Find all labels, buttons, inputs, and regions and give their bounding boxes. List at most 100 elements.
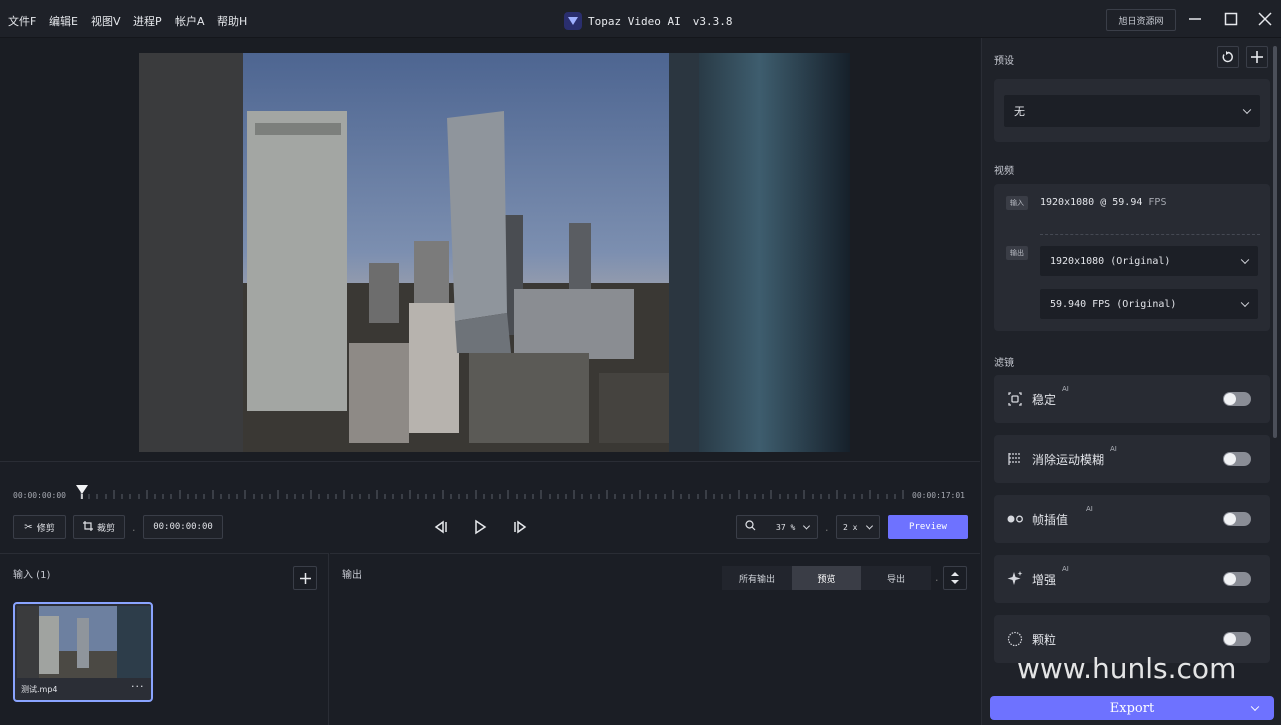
trim-button[interactable]: ✂ 修剪 (13, 515, 66, 539)
video-card: 输入 1920x1080 @ 59.94 FPS 输出 1920x1080 (O… (994, 184, 1270, 331)
separator-dot: · (935, 574, 939, 587)
output-resolution-select[interactable]: 1920x1080 (Original) (1040, 246, 1258, 276)
input-title: 输入 (1) (13, 570, 51, 581)
maximize-icon[interactable] (1222, 10, 1240, 28)
title-bar: 文件F 编辑E 视图V 进程P 帐户A 帮助H Topaz Video AI v… (0, 0, 1281, 38)
ai-badge: AI (1086, 505, 1093, 513)
export-button[interactable]: Export (990, 696, 1274, 720)
stabilize-toggle[interactable] (1223, 392, 1251, 406)
preview-area (0, 38, 980, 461)
frame-interpolation-icon (1006, 510, 1024, 528)
speed-select[interactable]: 2 x (836, 515, 880, 539)
input-file-card[interactable]: 测试.mp4 ··· (13, 602, 153, 702)
filter-label: 增强 (1032, 573, 1057, 587)
minimize-icon[interactable] (1186, 10, 1204, 28)
app-version: v3.3.8 (692, 14, 733, 28)
preset-title: 预设 (994, 56, 1014, 67)
motion-deblur-toggle[interactable] (1223, 452, 1251, 466)
separator-dot: · (132, 524, 136, 537)
sort-button[interactable] (943, 566, 967, 590)
video-divider (1040, 234, 1260, 235)
speed-value: 2 x (843, 522, 858, 532)
separator-dot: · (825, 524, 829, 537)
more-options-icon[interactable]: ··· (131, 680, 145, 693)
export-label: Export (1109, 700, 1155, 716)
video-preview[interactable] (139, 53, 850, 452)
resource-site-button[interactable]: 旭日资源网 (1106, 9, 1176, 31)
zoom-select[interactable]: 37 % (736, 515, 818, 539)
reset-preset-button[interactable] (1217, 46, 1239, 68)
ai-badge: AI (1110, 445, 1117, 453)
preset-value: 无 (1014, 105, 1025, 118)
input-panel: 输入 (1) 测试.mp4 ··· (0, 553, 329, 725)
frame-interpolation-toggle[interactable] (1223, 512, 1251, 526)
zoom-icon (745, 520, 756, 534)
enhance-icon (1006, 570, 1024, 588)
menu-view[interactable]: 视图V (91, 13, 121, 29)
filter-label: 消除运动模糊 (1032, 453, 1105, 467)
menu-file[interactable]: 文件F (8, 13, 36, 29)
tab-export[interactable]: 导出 (861, 566, 931, 590)
app-name: Topaz Video AI (588, 14, 681, 28)
fps-chevron-down-icon (1240, 298, 1250, 308)
ai-badge: AI (1062, 385, 1069, 393)
preset-chevron-down-icon (1242, 105, 1252, 115)
menu-help[interactable]: 帮助H (217, 13, 247, 29)
plus-icon (299, 572, 311, 584)
crop-button[interactable]: 裁剪 (73, 515, 125, 539)
video-title: 视频 (994, 166, 1014, 177)
play-icon[interactable] (472, 519, 488, 538)
enhance-toggle[interactable] (1223, 572, 1251, 586)
timeline-end-time: 00:00:17:01 (912, 491, 965, 500)
timeline-ruler[interactable] (80, 488, 904, 500)
output-panel: 输出 所有输出 预览 导出 · (330, 553, 980, 725)
tab-preview[interactable]: 预览 (792, 566, 861, 590)
settings-sidebar: 预设 无 视频 输入 1920x1080 @ 59.94 FPS 输出 1920… (981, 38, 1281, 725)
current-time-field[interactable]: 00:00:00:00 (143, 515, 223, 539)
filter-stabilize: 稳定 AI (994, 375, 1270, 423)
menu-process[interactable]: 进程P (133, 13, 162, 29)
speed-chevron-down-icon (865, 522, 874, 530)
filter-label: 颗粒 (1032, 633, 1057, 647)
add-input-button[interactable] (293, 566, 317, 590)
output-title: 输出 (342, 570, 362, 581)
preset-select[interactable]: 无 (1004, 95, 1260, 127)
stabilize-icon (1006, 390, 1024, 408)
input-video-info: 1920x1080 @ 59.94 FPS (1040, 197, 1167, 208)
resolution-chevron-down-icon (1240, 255, 1250, 265)
trim-label: 修剪 (36, 523, 55, 534)
menu-edit[interactable]: 编辑E (49, 13, 78, 29)
watermark-text: www.hunls.com (1017, 652, 1237, 685)
menu-account[interactable]: 帐户A (175, 13, 205, 29)
output-tag: 输出 (1006, 246, 1028, 260)
filters-title: 滤镜 (994, 358, 1014, 369)
previous-frame-icon[interactable] (433, 519, 449, 538)
timeline-panel: 00:00:00:00 00:00:17:01 ✂ 修剪 裁剪 · 00:00:… (0, 461, 980, 553)
playhead-handle[interactable] (75, 484, 89, 503)
topaz-logo-icon (564, 12, 582, 30)
tab-all-outputs[interactable]: 所有输出 (722, 566, 792, 590)
output-fps-value: 59.940 FPS (Original) (1050, 298, 1177, 310)
output-resolution-value: 1920x1080 (Original) (1050, 255, 1171, 267)
export-chevron-down-icon[interactable] (1250, 702, 1260, 712)
preview-button[interactable]: Preview (888, 515, 968, 539)
sort-icon (951, 572, 959, 584)
sidebar-scrollbar[interactable] (1273, 46, 1277, 438)
zoom-value: 37 % (776, 522, 796, 532)
input-tag: 输入 (1006, 196, 1028, 210)
next-frame-icon[interactable] (512, 519, 528, 538)
crop-icon (82, 520, 93, 534)
grain-toggle[interactable] (1223, 632, 1251, 646)
timeline-start-time: 00:00:00:00 (13, 491, 66, 500)
close-icon[interactable] (1256, 10, 1274, 28)
app-title: Topaz Video AI v3.3.8 (564, 11, 732, 31)
add-preset-button[interactable] (1246, 46, 1268, 68)
output-fps-select[interactable]: 59.940 FPS (Original) (1040, 289, 1258, 319)
filter-label: 稳定 (1032, 393, 1057, 407)
scissors-icon: ✂ (24, 521, 33, 533)
motion-blur-icon (1006, 450, 1024, 468)
plus-icon (1251, 51, 1263, 63)
crop-label: 裁剪 (96, 523, 115, 534)
city-skyline-frame (139, 53, 850, 452)
filter-enhance: 增强 AI (994, 555, 1270, 603)
